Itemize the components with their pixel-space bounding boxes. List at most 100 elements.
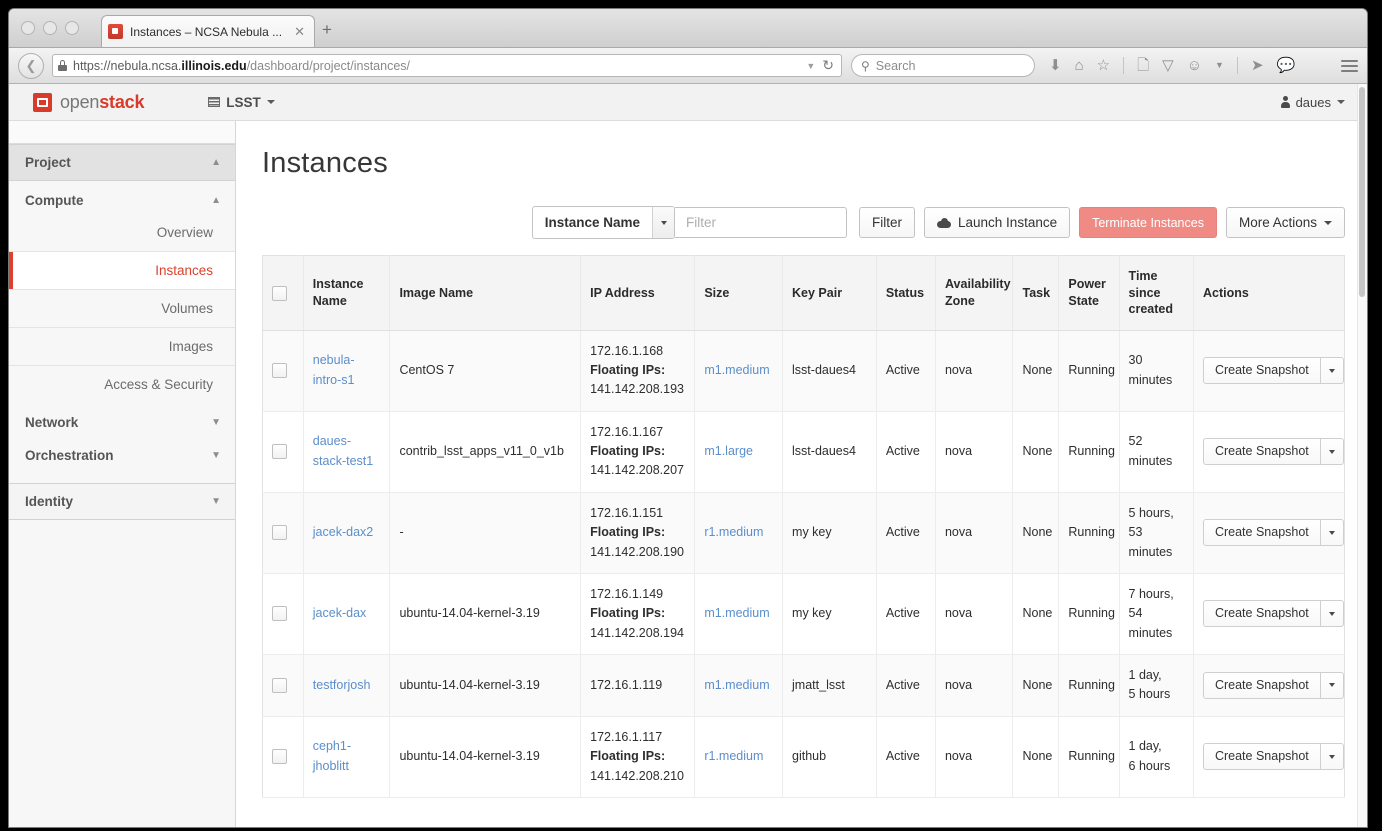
star-icon[interactable]: ☆ [1097, 58, 1110, 73]
sidebar-item-instances[interactable]: Instances [9, 252, 235, 290]
column-header-key-pair[interactable]: Key Pair [782, 255, 877, 331]
chevron-down-icon [1324, 220, 1332, 225]
back-icon[interactable]: ❮ [18, 52, 44, 79]
filter-field-select[interactable]: Instance Name [531, 206, 676, 239]
flavor-link[interactable]: r1.medium [704, 525, 763, 539]
reload-icon[interactable]: ↻ [822, 57, 834, 74]
terminate-instances-button[interactable]: Terminate Instances [1079, 207, 1217, 238]
column-header-image-name[interactable]: Image Name [389, 255, 582, 331]
cell-ip-address: 172.16.1.119 [580, 654, 696, 717]
sidebar-item-volumes[interactable]: Volumes [9, 290, 235, 328]
more-actions-button[interactable]: More Actions [1225, 207, 1345, 238]
url-prefix: https://nebula.ncsa. [73, 58, 182, 73]
cell-task: None [1012, 573, 1060, 656]
sidebar-section-compute[interactable]: Compute ▲ [9, 181, 235, 214]
minimize-window-button[interactable] [43, 21, 57, 35]
column-header-time-since-created[interactable]: Time since created [1119, 255, 1194, 331]
cell-power-state: Running [1058, 330, 1120, 412]
close-icon[interactable]: ✕ [291, 25, 308, 38]
reading-list-icon[interactable]: 🗋 [1137, 58, 1149, 73]
floating-ip: 141.142.208.190 [590, 544, 684, 559]
project-switcher[interactable]: LSST [208, 95, 275, 110]
column-header-instance-name[interactable]: Instance Name [303, 255, 391, 331]
column-header-power-state[interactable]: Power State [1058, 255, 1120, 331]
sidebar-item-images[interactable]: Images [9, 328, 235, 366]
cell-task: None [1012, 654, 1060, 717]
page-scrollbar[interactable] [1357, 84, 1367, 827]
select-all-checkbox[interactable] [272, 285, 287, 301]
home-icon[interactable]: ⌂ [1075, 58, 1084, 73]
row-actions-dropdown-icon[interactable] [1320, 519, 1344, 547]
user-icon [1280, 96, 1290, 108]
sidebar-section-identity[interactable]: Identity ▼ [9, 483, 235, 520]
chevron-down-icon[interactable]: ▼ [806, 61, 815, 71]
browser-tab[interactable]: Instances – NCSA Nebula ... ✕ [101, 15, 315, 47]
url-domain: illinois.edu [181, 58, 247, 73]
create-snapshot-button[interactable]: Create Snapshot [1202, 671, 1321, 699]
flavor-link[interactable]: m1.medium [704, 606, 769, 620]
launch-instance-button[interactable]: Launch Instance [924, 207, 1071, 238]
flavor-link[interactable]: m1.medium [704, 363, 769, 377]
user-menu[interactable]: daues [1280, 94, 1345, 110]
row-checkbox[interactable] [272, 606, 287, 622]
instance-name-link[interactable]: jacek-dax2 [313, 525, 373, 539]
sidebar-section-project[interactable]: Project ▲ [9, 144, 235, 181]
column-header-status[interactable]: Status [876, 255, 936, 331]
instance-name-link[interactable]: jacek-dax [313, 606, 367, 620]
create-snapshot-button[interactable]: Create Snapshot [1202, 438, 1321, 466]
download-icon[interactable]: ⬇ [1049, 58, 1062, 73]
create-snapshot-button[interactable]: Create Snapshot [1202, 519, 1321, 547]
cell-key-pair: my key [782, 573, 877, 656]
filter-button[interactable]: Filter [859, 207, 916, 238]
row-actions-dropdown-icon[interactable] [1320, 600, 1344, 628]
menu-icon[interactable] [1331, 59, 1358, 72]
pocket-icon[interactable]: ▽ [1162, 58, 1174, 73]
sidebar-section-orchestration[interactable]: Orchestration ▼ [9, 436, 235, 469]
close-window-button[interactable] [21, 21, 35, 35]
column-header-ip-address[interactable]: IP Address [580, 255, 696, 331]
row-actions-dropdown-icon[interactable] [1320, 671, 1344, 699]
row-checkbox[interactable] [272, 525, 287, 541]
column-header-task[interactable]: Task [1012, 255, 1060, 331]
create-snapshot-button[interactable]: Create Snapshot [1202, 600, 1321, 628]
row-actions-group: Create Snapshot [1202, 600, 1344, 628]
filter-input[interactable] [675, 207, 848, 238]
instance-name-link[interactable]: testforjosh [313, 678, 371, 692]
sidebar-section-compute-label: Compute [25, 193, 84, 208]
caret-icon[interactable]: ▼ [1215, 61, 1224, 70]
cell-ip-address: 172.16.1.149 Floating IPs: 141.142.208.194 [580, 573, 696, 656]
sidebar-item-access-security[interactable]: Access & Security [9, 366, 235, 403]
row-checkbox[interactable] [272, 444, 287, 460]
send-icon[interactable]: ➤ [1251, 58, 1264, 73]
row-actions-dropdown-icon[interactable] [1320, 743, 1344, 771]
sidebar-item-overview[interactable]: Overview [9, 214, 235, 252]
flavor-link[interactable]: m1.large [704, 444, 753, 458]
sidebar-section-network[interactable]: Network ▼ [9, 403, 235, 436]
maximize-window-button[interactable] [65, 21, 79, 35]
new-tab-button[interactable]: + [322, 21, 332, 38]
instance-name-link[interactable]: ceph1-jhoblitt [313, 739, 351, 772]
row-checkbox[interactable] [272, 363, 287, 379]
instance-name-link[interactable]: daues-stack-test1 [313, 434, 373, 467]
column-header-size[interactable]: Size [694, 255, 784, 331]
row-actions-dropdown-icon[interactable] [1320, 438, 1344, 466]
persona-icon[interactable]: ☺ [1187, 58, 1202, 73]
row-checkbox[interactable] [272, 749, 287, 765]
browser-search-box[interactable]: ⚲ Search [851, 54, 1035, 77]
create-snapshot-button[interactable]: Create Snapshot [1202, 743, 1321, 771]
instance-name-link[interactable]: nebula-intro-s1 [313, 353, 355, 386]
column-header-availability-zone[interactable]: Availability Zone [935, 255, 1014, 331]
user-name: daues [1295, 94, 1331, 110]
flavor-link[interactable]: r1.medium [704, 749, 763, 763]
create-snapshot-button[interactable]: Create Snapshot [1202, 357, 1321, 385]
row-checkbox[interactable] [272, 677, 287, 693]
openstack-logo[interactable]: openstack [33, 92, 144, 113]
chat-icon[interactable]: 💬 [1277, 58, 1296, 73]
fixed-ip: 172.16.1.117 [590, 729, 663, 744]
page-scrollbar-thumb[interactable] [1359, 87, 1365, 297]
cell-actions: Create Snapshot [1193, 492, 1345, 574]
flavor-link[interactable]: m1.medium [704, 678, 769, 692]
row-actions-dropdown-icon[interactable] [1320, 357, 1344, 385]
address-bar[interactable]: https://nebula.ncsa.illinois.edu/dashboa… [52, 54, 842, 77]
openstack-topbar: openstack LSST daues [9, 84, 1367, 121]
